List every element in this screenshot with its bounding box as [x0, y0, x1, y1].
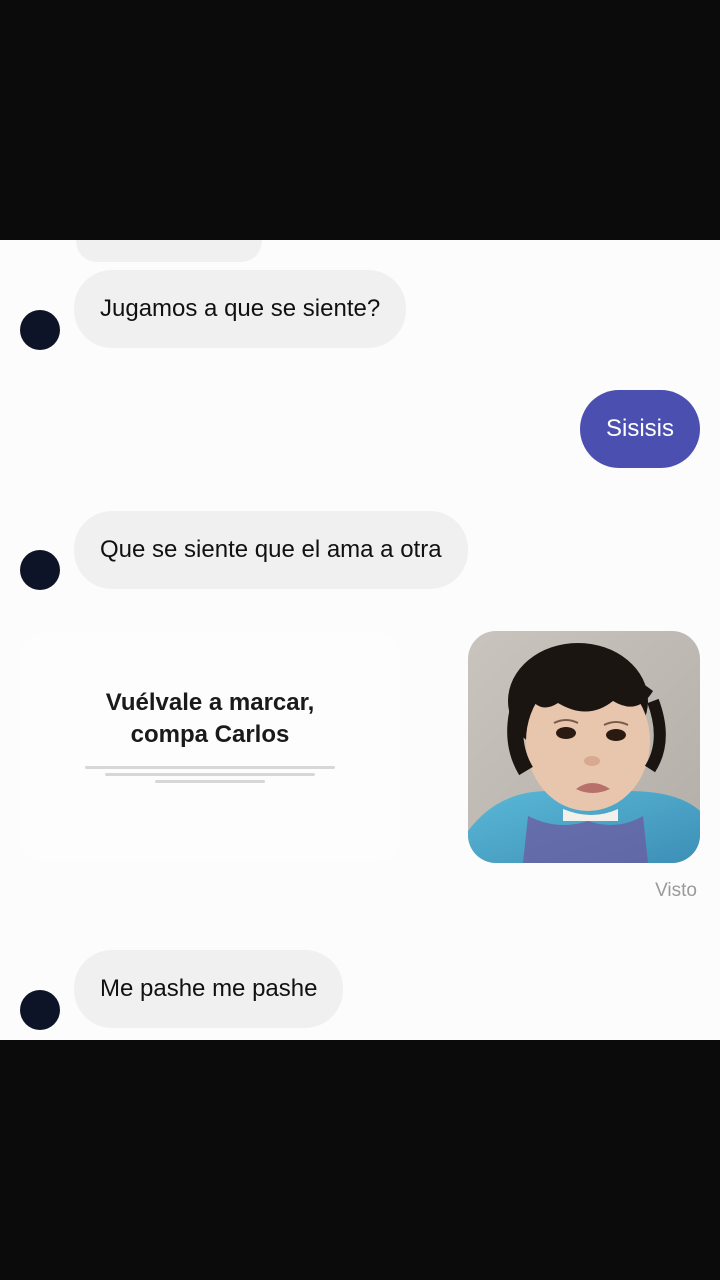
message-text: Jugamos a que se siente? — [100, 295, 381, 322]
caption-title: Vuélvale a marcar, compa Carlos — [20, 687, 400, 751]
contact-avatar[interactable] — [20, 990, 60, 1030]
sent-photo-crying-baby[interactable] — [468, 631, 700, 863]
incoming-message-bubble[interactable]: Me pashe me pashe — [74, 950, 344, 1028]
message-text: Que se siente que el ama a otra — [100, 536, 442, 563]
caption-line: Vuélvale a marcar, — [105, 689, 315, 716]
message-text: Sisisis — [605, 415, 674, 442]
contact-avatar[interactable] — [20, 550, 60, 590]
video-caption-overlay: Vuélvale a marcar, compa Carlos — [20, 632, 400, 862]
caption-line: compa Carlos — [130, 721, 290, 748]
crying-baby-image — [468, 631, 700, 863]
outgoing-message-bubble[interactable]: Sisisis — [579, 390, 700, 468]
chat-thread[interactable]: Jugamos a que se siente? Sisisis Que se … — [0, 240, 720, 1040]
incoming-message-bubble[interactable]: Que se siente que el ama a otra — [74, 511, 468, 589]
video-frame: Jugamos a que se siente? Sisisis Que se … — [0, 0, 720, 1280]
message-text: Me pashe me pashe — [100, 975, 318, 1002]
previous-message-bubble[interactable] — [76, 240, 262, 262]
seen-status: Visto — [655, 880, 697, 901]
incoming-message-bubble[interactable]: Jugamos a que se siente? — [74, 270, 407, 348]
contact-avatar[interactable] — [20, 310, 60, 350]
caption-subtext-blur — [80, 762, 340, 790]
